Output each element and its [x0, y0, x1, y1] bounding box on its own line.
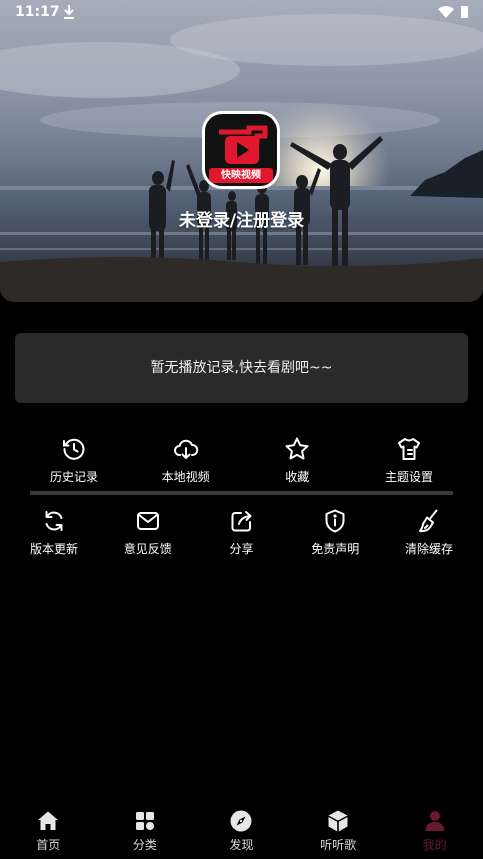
profile-header: 11:17 快映视频 未登录/注册登录 [0, 0, 483, 302]
local-video-button[interactable]: 本地视频 [144, 436, 228, 485]
nav-music[interactable]: 听听歌 [290, 805, 386, 859]
nav-mine[interactable]: 我的 [387, 805, 483, 859]
app-logo-graphic: 快映视频 [205, 114, 277, 186]
share-button[interactable]: 分享 [207, 508, 277, 557]
theme-settings-button[interactable]: 主题设置 [367, 436, 451, 485]
broom-icon [419, 509, 438, 533]
cube-icon [328, 810, 348, 832]
cloud-download-icon [173, 439, 198, 459]
feedback-button[interactable]: 意见反馈 [113, 508, 183, 557]
mail-icon [136, 512, 159, 530]
nav-music-label: 听听歌 [320, 838, 357, 852]
refresh-icon [45, 511, 63, 531]
favorites-label: 收藏 [285, 470, 310, 484]
history-empty-text: 暂无播放记录,快去看剧吧~~ [150, 360, 333, 376]
home-icon [38, 811, 59, 830]
shortcut-row-secondary: 版本更新 意见反馈 分享 免责声明 清除缓存 [0, 508, 483, 557]
play-history-empty-card[interactable]: 暂无播放记录,快去看剧吧~~ [15, 333, 468, 403]
wifi-icon [438, 6, 454, 18]
history-icon [63, 438, 85, 460]
nav-discover[interactable]: 发现 [193, 805, 289, 859]
play-icon [219, 125, 268, 164]
battery-icon [461, 6, 468, 18]
nav-category[interactable]: 分类 [97, 805, 193, 859]
star-icon [285, 437, 309, 460]
shirt-icon [397, 438, 420, 460]
nav-home-label: 首页 [36, 838, 61, 852]
favorites-button[interactable]: 收藏 [255, 436, 339, 485]
feedback-label: 意见反馈 [123, 542, 172, 556]
compass-icon [230, 810, 252, 832]
download-icon [64, 5, 74, 19]
category-icon [135, 812, 154, 830]
bottom-navigation: 首页 分类 发现 听听歌 我的 [0, 805, 483, 859]
local-video-label: 本地视频 [161, 470, 210, 484]
login-register-link[interactable]: 未登录/注册登录 [0, 206, 483, 231]
shield-info-icon [325, 509, 345, 533]
app-logo-text: 快映视频 [209, 168, 273, 183]
theme-settings-label: 主题设置 [384, 470, 433, 484]
history-label: 历史记录 [49, 470, 98, 484]
status-bar: 11:17 [0, 0, 483, 26]
shortcut-row-primary: 历史记录 本地视频 收藏 主题设置 [0, 436, 483, 485]
version-update-button[interactable]: 版本更新 [19, 508, 89, 557]
user-icon [425, 811, 445, 831]
disclaimer-button[interactable]: 免责声明 [300, 508, 370, 557]
share-icon [231, 511, 251, 532]
nav-home[interactable]: 首页 [0, 805, 96, 859]
nav-mine-label: 我的 [422, 838, 447, 852]
nav-category-label: 分类 [132, 838, 157, 852]
clear-cache-button[interactable]: 清除缓存 [394, 508, 464, 557]
section-divider [30, 491, 453, 495]
version-update-label: 版本更新 [29, 542, 78, 556]
disclaimer-label: 免责声明 [311, 542, 360, 556]
clear-cache-label: 清除缓存 [404, 542, 453, 556]
history-button[interactable]: 历史记录 [32, 436, 116, 485]
nav-discover-label: 发现 [229, 838, 254, 852]
status-time: 11:17 [15, 4, 60, 20]
app-logo[interactable]: 快映视频 [202, 111, 280, 189]
share-label: 分享 [229, 542, 254, 556]
